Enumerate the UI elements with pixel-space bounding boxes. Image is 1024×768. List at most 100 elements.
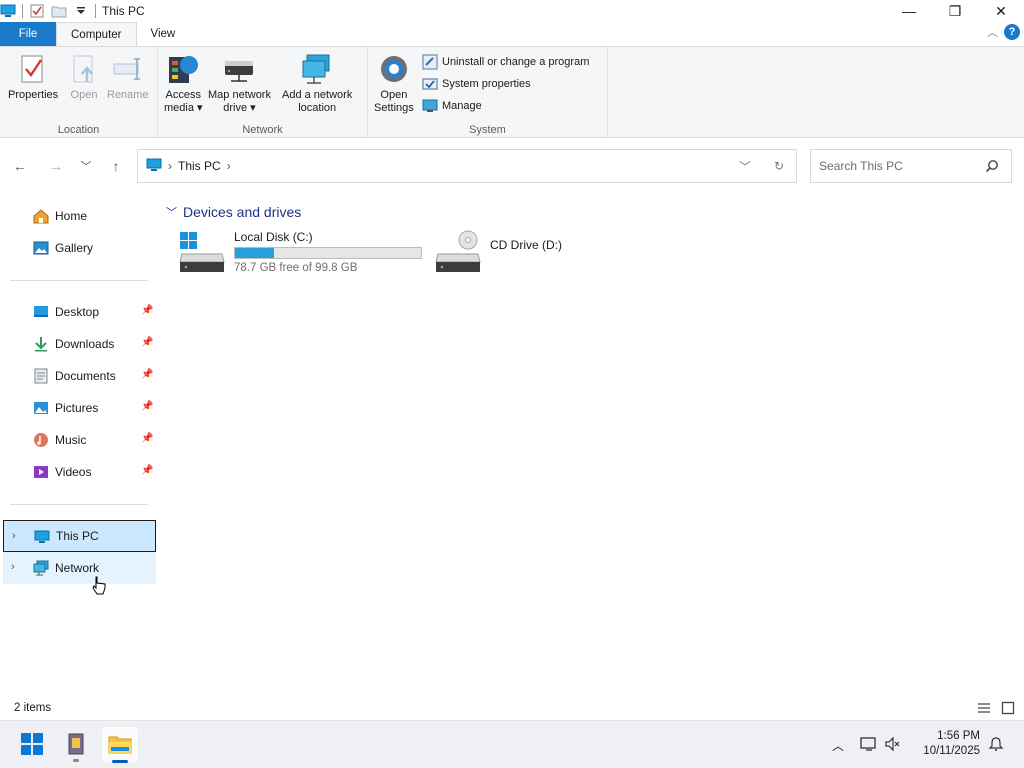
rename-button[interactable]: Rename — [107, 53, 149, 102]
file-explorer-icon — [108, 734, 132, 757]
location-group-label: Location — [57, 124, 100, 136]
open-icon — [68, 53, 100, 85]
access-media-button[interactable]: Access media ▾ — [164, 53, 203, 114]
collapse-ribbon-icon[interactable]: ︿ — [987, 24, 998, 40]
taskbar-active-indicator — [112, 760, 128, 763]
installer-icon — [66, 732, 86, 759]
large-icons-view-icon[interactable] — [1000, 700, 1016, 716]
address-dropdown-icon[interactable]: ﹀ — [728, 158, 762, 175]
manage-button[interactable]: Manage — [422, 97, 482, 115]
taskbar-running-indicator — [73, 759, 79, 762]
maximize-button[interactable]: ❐ — [932, 0, 978, 22]
close-button[interactable]: ✕ — [978, 0, 1024, 22]
nav-home[interactable]: Home — [0, 200, 156, 232]
this-pc-window-icon[interactable] — [0, 3, 16, 19]
up-arrow-icon[interactable]: ↑ — [106, 156, 126, 176]
nav-divider — [10, 280, 148, 281]
forward-arrow-icon[interactable]: → — [46, 156, 66, 176]
tab-file[interactable]: File — [0, 22, 56, 46]
expand-chevron-icon[interactable]: › — [11, 561, 15, 573]
uninstall-program-button[interactable]: Uninstall or change a program — [422, 53, 589, 71]
nav-gallery[interactable]: Gallery — [0, 232, 156, 264]
item-count: 2 items — [14, 702, 52, 714]
pin-icon: 📌 — [141, 465, 154, 476]
videos-icon — [33, 464, 49, 480]
customize-qat-icon[interactable] — [73, 3, 89, 19]
status-bar: 2 items — [0, 698, 1024, 718]
new-folder-qat-icon[interactable] — [51, 3, 67, 19]
system-properties-button[interactable]: System properties — [422, 75, 531, 93]
gallery-icon — [33, 240, 49, 256]
details-view-icon[interactable] — [976, 700, 992, 716]
help-icon[interactable]: ? — [1004, 24, 1020, 40]
windows-logo-icon — [21, 732, 43, 758]
drive-item[interactable]: Local Disk (C:) 78.7 GB free of 99.8 GB — [178, 230, 422, 274]
back-arrow-icon[interactable]: ← — [10, 156, 30, 176]
minimize-button[interactable]: — — [886, 0, 932, 22]
rename-icon — [112, 53, 144, 85]
pictures-icon — [33, 400, 49, 416]
properties-button[interactable]: Properties — [8, 53, 58, 102]
open-button[interactable]: Open — [68, 53, 100, 102]
ribbon-group-location: Properties Open Rename Location — [0, 47, 158, 139]
ribbon-group-network: Access media ▾ Map network drive ▾ Add a… — [158, 47, 368, 139]
nav-pictures[interactable]: Pictures 📌 — [0, 392, 156, 424]
address-row: ← → ﹀ ↑ › This PC › ﹀ ↻ Search This PC — [0, 148, 1024, 184]
quick-access-toolbar — [0, 0, 96, 22]
refresh-icon[interactable]: ↻ — [762, 159, 796, 173]
nav-divider-2 — [10, 504, 148, 505]
desktop-icon — [33, 304, 49, 320]
drive-item[interactable]: CD Drive (D:) — [434, 230, 562, 274]
access-media-icon — [167, 53, 199, 85]
pin-icon: 📌 — [141, 305, 154, 316]
taskbar-app-installer[interactable] — [58, 727, 94, 763]
breadcrumb-separator-icon[interactable]: › — [168, 159, 172, 173]
ribbon-group-system: Open Settings Uninstall or change a prog… — [368, 47, 608, 139]
window-title: This PC — [102, 4, 145, 18]
open-settings-button[interactable]: Open Settings — [374, 53, 414, 114]
nav-network[interactable]: › Network — [3, 552, 156, 584]
system-group-label: System — [469, 124, 506, 136]
taskbar-clock[interactable]: 1:56 PM 10/11/2025 — [923, 729, 980, 759]
ribbon-tab-bar: File Computer View ︿ ? — [0, 22, 1024, 46]
collapse-chevron-icon[interactable]: ﹀ — [166, 204, 177, 220]
nav-downloads[interactable]: Downloads 📌 — [0, 328, 156, 360]
uninstall-icon — [422, 54, 438, 70]
nav-music[interactable]: Music 📌 — [0, 424, 156, 456]
breadcrumb-this-pc[interactable]: This PC — [178, 159, 221, 173]
qat-divider-2 — [95, 4, 96, 18]
expand-chevron-icon[interactable]: › — [12, 530, 16, 542]
content-pane: ﹀ Devices and drives Local Disk (C:) 78.… — [160, 196, 1024, 696]
this-pc-icon — [34, 529, 50, 545]
volume-muted-icon[interactable] — [884, 736, 900, 755]
recent-locations-chevron-icon[interactable]: ﹀ — [76, 156, 96, 176]
taskbar: ︿ 1:56 PM 10/11/2025 — [0, 720, 1024, 768]
search-input[interactable]: Search This PC — [810, 149, 1012, 183]
nav-this-pc[interactable]: › This PC — [3, 520, 156, 552]
nav-desktop[interactable]: Desktop 📌 — [0, 296, 156, 328]
pin-icon: 📌 — [141, 337, 154, 348]
title-bar: This PC — ❐ ✕ — [0, 0, 1024, 22]
navigation-pane: Home Gallery Desktop 📌 Downloads 📌 Docum… — [0, 196, 160, 696]
tab-computer[interactable]: Computer — [56, 22, 137, 46]
nav-documents[interactable]: Documents 📌 — [0, 360, 156, 392]
nav-videos[interactable]: Videos 📌 — [0, 456, 156, 488]
network-location-icon — [301, 53, 333, 85]
add-network-location-button[interactable]: Add a network location — [282, 53, 352, 114]
start-button[interactable] — [14, 727, 50, 763]
show-hidden-icons-chevron-icon[interactable]: ︿ — [828, 737, 848, 754]
properties-qat-icon[interactable] — [29, 3, 45, 19]
properties-icon — [17, 53, 49, 85]
network-status-icon[interactable] — [860, 736, 878, 755]
address-bar[interactable]: › This PC › ﹀ ↻ — [137, 149, 797, 183]
devices-group-header[interactable]: ﹀ Devices and drives — [166, 204, 301, 220]
drive-name: CD Drive (D:) — [490, 238, 562, 252]
drive-name: Local Disk (C:) — [234, 230, 313, 244]
breadcrumb-chevron-icon[interactable]: › — [227, 159, 231, 173]
manage-icon — [422, 98, 438, 114]
map-network-drive-button[interactable]: Map network drive ▾ — [208, 53, 271, 114]
pin-icon: 📌 — [141, 369, 154, 380]
tab-view[interactable]: View — [137, 22, 190, 46]
notifications-button[interactable] — [982, 727, 1010, 763]
taskbar-file-explorer[interactable] — [102, 727, 138, 763]
